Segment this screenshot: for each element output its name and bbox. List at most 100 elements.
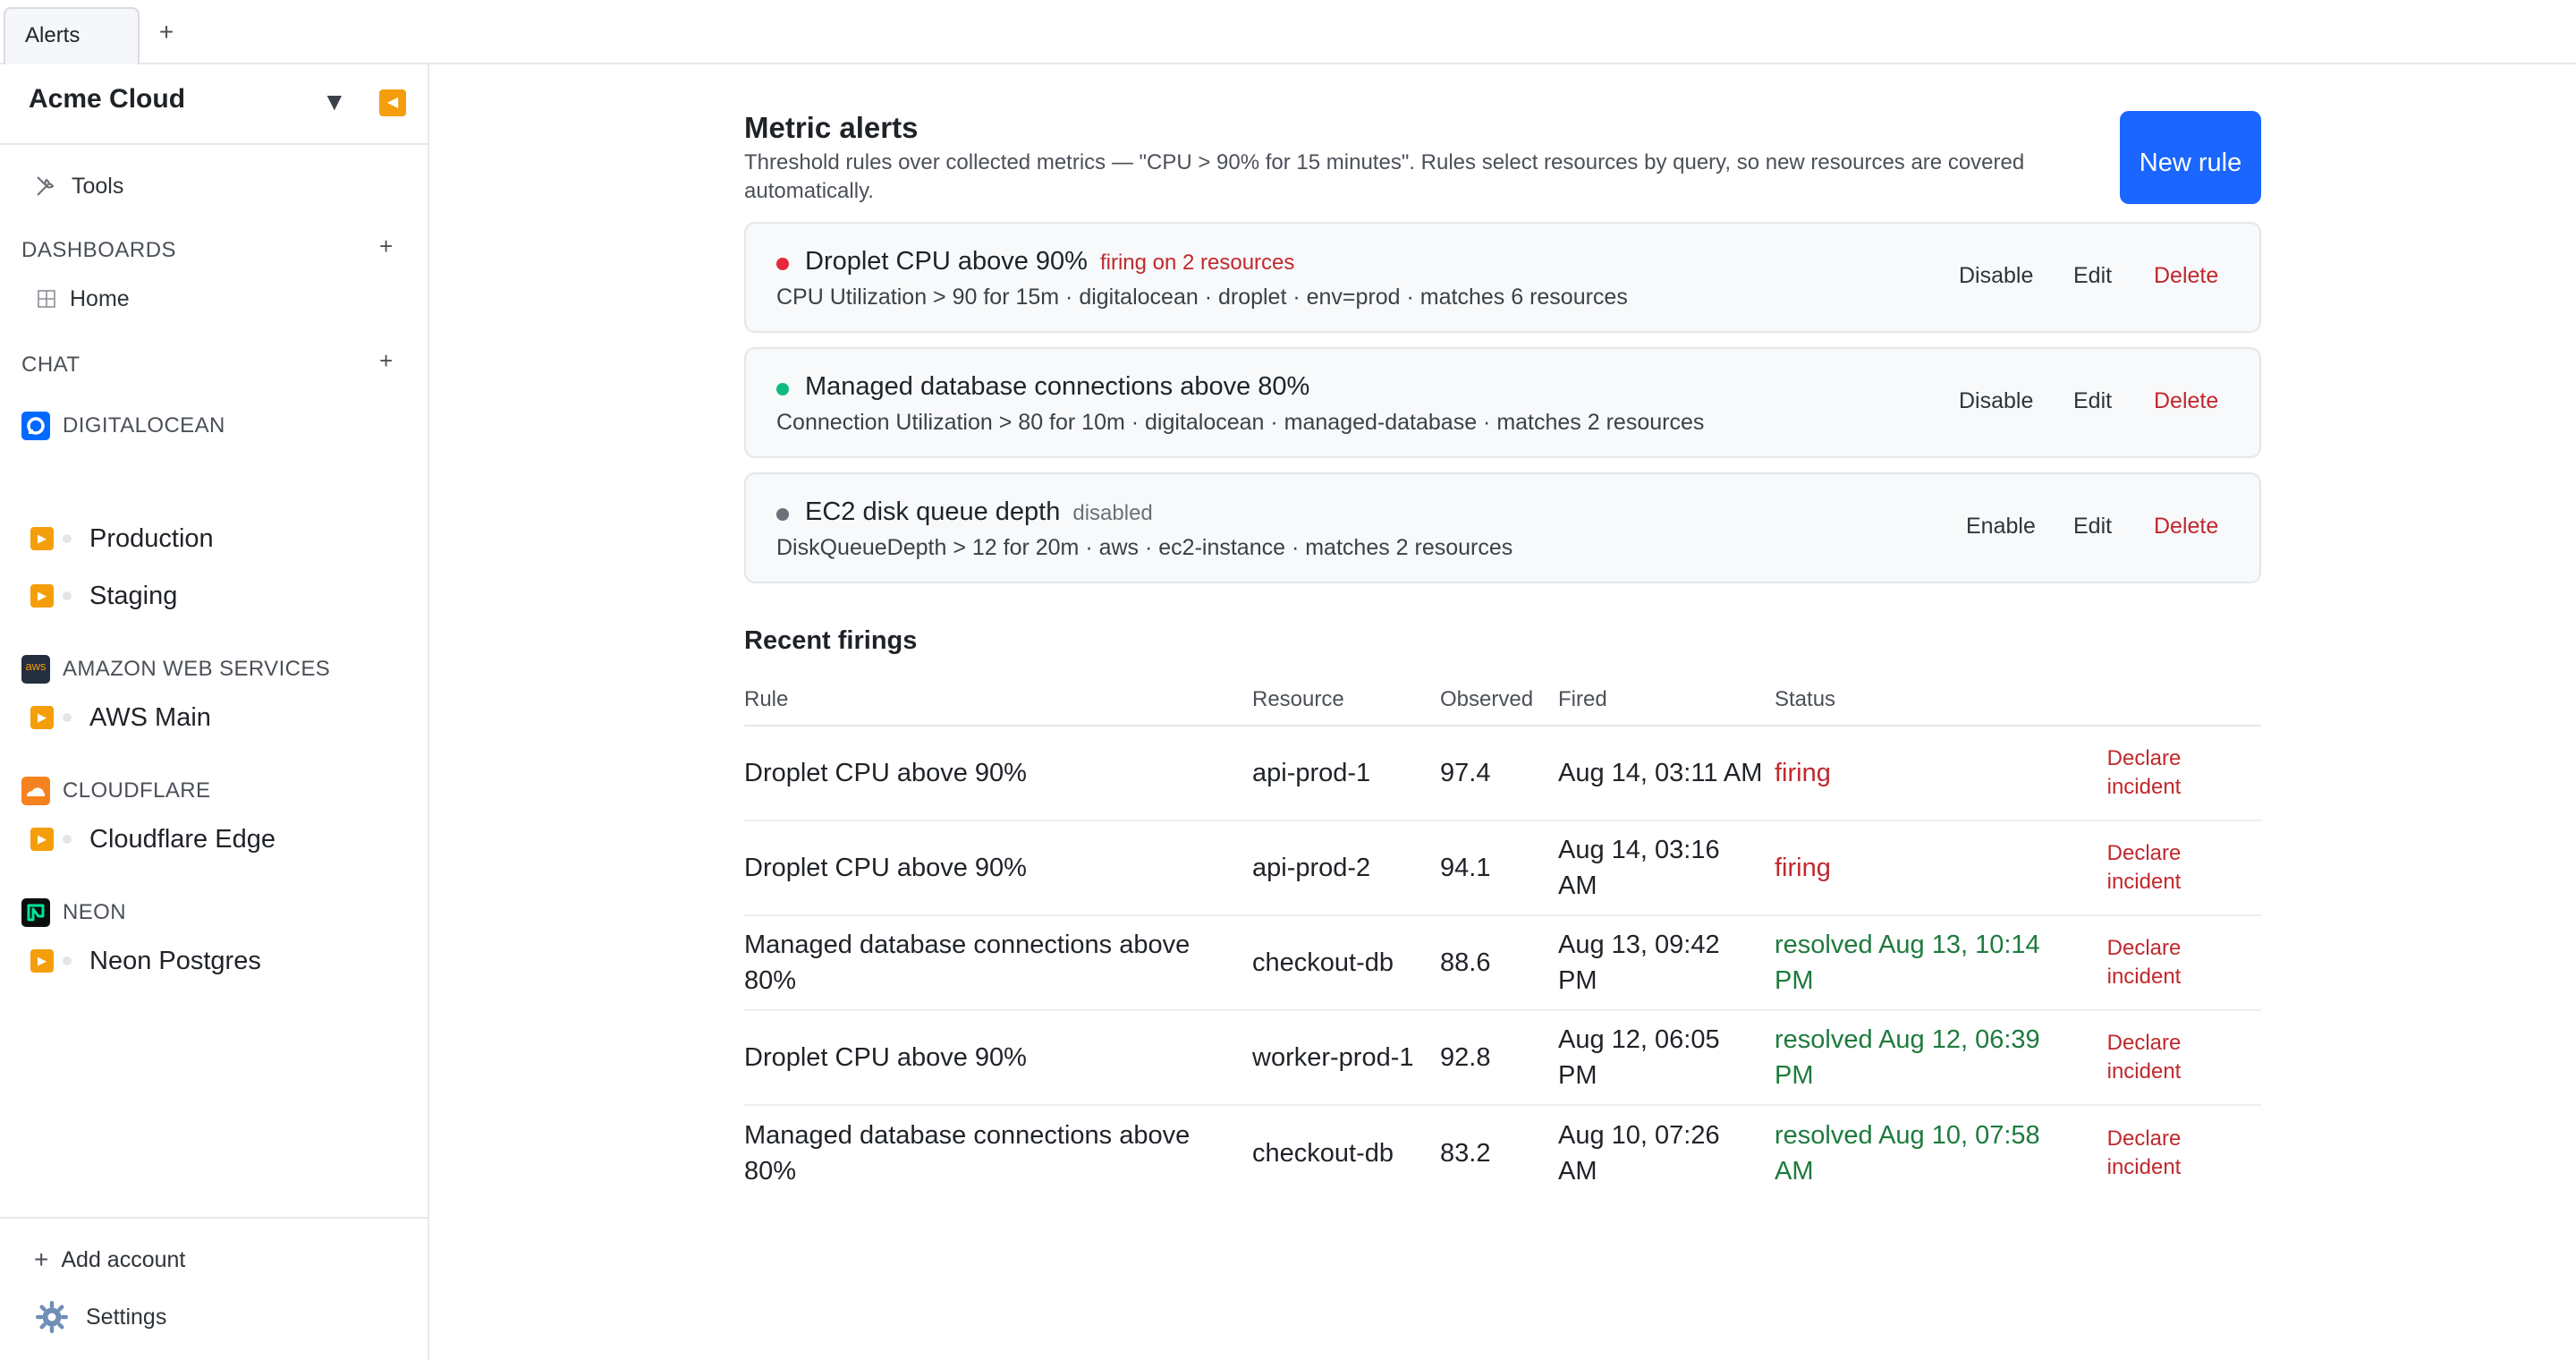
declare-incident-button[interactable]: Declare incident bbox=[2077, 744, 2211, 802]
rule-title: Droplet CPU above 90% bbox=[805, 247, 1088, 276]
tab-alerts[interactable]: Alerts bbox=[4, 7, 140, 64]
workspace-header: Acme Cloud ▼ ◀ bbox=[0, 64, 428, 145]
rule-toggle-button[interactable]: Disable bbox=[1959, 388, 2033, 414]
connection-label: Neon Postgres bbox=[89, 946, 261, 975]
declare-incident-button[interactable]: Declare incident bbox=[2077, 934, 2211, 991]
cell-observed: 94.1 bbox=[1440, 854, 1491, 882]
table-row: Managed database connections above 80% ch… bbox=[744, 916, 2261, 1011]
rule-toggle-button[interactable]: Enable bbox=[1966, 514, 2036, 540]
aws-logo-icon: aws bbox=[21, 655, 50, 684]
cell-rule: Droplet CPU above 90% bbox=[744, 1043, 1027, 1072]
cell-status: resolved Aug 10, 07:58 AM bbox=[1775, 1121, 2040, 1186]
cell-status: resolved Aug 12, 06:39 PM bbox=[1775, 1025, 2040, 1090]
sidebar-divider bbox=[0, 1217, 428, 1219]
status-dot bbox=[63, 534, 72, 543]
rule-summary: DiskQueueDepth > 12 for 20m · aws · ec2-… bbox=[776, 535, 1513, 560]
provider-aws-header: aws AMAZON WEB SERVICES bbox=[21, 651, 330, 687]
provider-name: CLOUDFLARE bbox=[63, 778, 211, 803]
connection-aws-main[interactable]: ▶ AWS Main bbox=[30, 698, 211, 737]
table-row: Droplet CPU above 90% worker-prod-1 92.8 Au… bbox=[744, 1011, 2261, 1106]
cell-fired: Aug 10, 07:26 AM bbox=[1558, 1121, 1720, 1186]
dashboards-section-header: DASHBOARDS bbox=[21, 233, 176, 268]
new-rule-button[interactable]: New rule bbox=[2120, 111, 2261, 204]
column-header-observed: Observed bbox=[1440, 687, 1534, 711]
terminal-icon: ▶ bbox=[30, 706, 54, 729]
connection-neon-postgres[interactable]: ▶ Neon Postgres bbox=[30, 941, 261, 981]
connection-staging[interactable]: ▶ Staging bbox=[30, 576, 177, 616]
column-header-resource: Resource bbox=[1252, 687, 1344, 711]
status-dot bbox=[63, 591, 72, 600]
cell-observed: 92.8 bbox=[1440, 1043, 1491, 1072]
provider-cloudflare: CLOUDFLARE bbox=[21, 773, 210, 809]
add-chat-button[interactable]: + bbox=[379, 347, 393, 375]
sidebar-item-label: Tools bbox=[72, 173, 124, 199]
cloudflare-logo-icon bbox=[21, 777, 50, 805]
cell-observed: 83.2 bbox=[1440, 1139, 1491, 1168]
cell-resource: api-prod-1 bbox=[1252, 759, 1371, 787]
plus-icon: + bbox=[34, 1245, 49, 1273]
new-tab-button[interactable]: + bbox=[154, 16, 179, 48]
rule-delete-button[interactable]: Delete bbox=[2154, 514, 2218, 540]
sidebar-item-home[interactable]: Home bbox=[38, 281, 130, 317]
cell-status: firing bbox=[1775, 759, 1831, 787]
digitalocean-logo-icon bbox=[21, 412, 50, 440]
declare-incident-button[interactable]: Declare incident bbox=[2077, 1125, 2211, 1182]
provider-name: NEON bbox=[63, 900, 126, 924]
rule-tag: firing on 2 resources bbox=[1099, 251, 1295, 275]
rule-title-row: Managed database connections above 80% bbox=[805, 372, 1322, 402]
rule-title-row: EC2 disk queue depth disabled bbox=[805, 497, 1153, 527]
column-header-status: Status bbox=[1775, 687, 1836, 711]
connection-production[interactable]: ▶ Production bbox=[30, 519, 214, 558]
add-dashboard-button[interactable]: + bbox=[379, 233, 393, 260]
provider-neon: NEON bbox=[21, 895, 126, 931]
declare-incident-button[interactable]: Declare incident bbox=[2077, 1029, 2211, 1086]
table-row: Managed database connections above 80% ch… bbox=[744, 1106, 2261, 1201]
declare-incident-button[interactable]: Declare incident bbox=[2077, 839, 2211, 897]
cell-status: resolved Aug 13, 10:14 PM bbox=[1775, 931, 2040, 995]
rule-title-row: Droplet CPU above 90% firing on 2 resourc… bbox=[805, 247, 1294, 276]
page-description: Threshold rules over collected metrics —… bbox=[744, 150, 2025, 203]
section-label: CHAT bbox=[21, 353, 80, 377]
rule-card: Droplet CPU above 90% firing on 2 resourc… bbox=[744, 222, 2261, 333]
settings-label: Settings bbox=[86, 1304, 167, 1330]
column-header-rule: Rule bbox=[744, 687, 789, 711]
grid-icon bbox=[38, 290, 55, 308]
terminal-icon: ▶ bbox=[30, 527, 54, 550]
rule-summary: CPU Utilization > 90 for 15m · digitaloc… bbox=[776, 285, 1628, 310]
cell-status: firing bbox=[1775, 854, 1831, 882]
workspace-switcher-icon[interactable]: ▼ bbox=[322, 88, 347, 116]
rule-delete-button[interactable]: Delete bbox=[2154, 263, 2218, 289]
terminal-icon: ▶ bbox=[30, 949, 54, 973]
sidebar-item-label: Home bbox=[70, 285, 130, 311]
rule-title: EC2 disk queue depth bbox=[805, 497, 1061, 526]
rule-edit-button[interactable]: Edit bbox=[2073, 514, 2112, 540]
terminal-icon: ▶ bbox=[30, 584, 54, 608]
table-row: Droplet CPU above 90% api-prod-2 94.1 Aug 1… bbox=[744, 821, 2261, 916]
connection-label: Production bbox=[89, 523, 214, 553]
rule-status-dot bbox=[776, 508, 789, 521]
cell-fired: Aug 13, 09:42 PM bbox=[1558, 931, 1720, 995]
status-dot bbox=[63, 713, 72, 722]
add-account-label: Add account bbox=[61, 1246, 186, 1272]
collapse-sidebar-icon[interactable]: ◀ bbox=[379, 89, 406, 116]
cell-observed: 88.6 bbox=[1440, 948, 1491, 977]
tools-icon bbox=[37, 176, 55, 196]
connection-cloudflare-edge[interactable]: ▶ Cloudflare Edge bbox=[30, 820, 275, 859]
cell-fired: Aug 12, 06:05 PM bbox=[1558, 1025, 1720, 1090]
rule-status-dot bbox=[776, 383, 789, 395]
settings-button[interactable]: Settings bbox=[36, 1299, 166, 1335]
rule-status-dot bbox=[776, 258, 789, 270]
rule-edit-button[interactable]: Edit bbox=[2073, 263, 2112, 289]
cell-fired: Aug 14, 03:16 AM bbox=[1558, 836, 1720, 900]
terminal-icon: ▶ bbox=[30, 828, 54, 851]
cell-rule: Droplet CPU above 90% bbox=[744, 854, 1027, 882]
rule-delete-button[interactable]: Delete bbox=[2154, 388, 2218, 414]
gear-icon bbox=[36, 1301, 68, 1333]
cell-observed: 97.4 bbox=[1440, 759, 1491, 787]
cell-resource: checkout-db bbox=[1252, 1139, 1394, 1168]
rule-toggle-button[interactable]: Disable bbox=[1959, 263, 2033, 289]
sidebar-item-tools[interactable]: Tools bbox=[34, 168, 123, 204]
add-account-button[interactable]: + Add account bbox=[34, 1242, 185, 1278]
cell-resource: worker-prod-1 bbox=[1252, 1043, 1414, 1072]
rule-edit-button[interactable]: Edit bbox=[2073, 388, 2112, 414]
